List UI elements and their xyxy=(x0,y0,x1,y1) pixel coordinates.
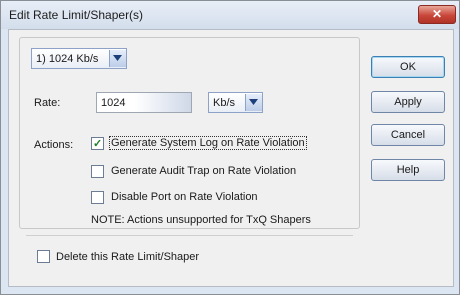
close-button[interactable]: ✕ xyxy=(418,5,456,24)
rate-input[interactable] xyxy=(97,93,190,112)
system-log-label[interactable]: Generate System Log on Rate Violation xyxy=(109,136,307,150)
audit-trap-checkbox[interactable] xyxy=(91,165,104,178)
rate-unit-value: Kb/s xyxy=(213,97,236,109)
rate-unit-select[interactable]: Kb/s xyxy=(208,92,263,113)
delete-checkbox[interactable] xyxy=(37,250,50,263)
chevron-down-icon[interactable] xyxy=(245,94,262,111)
title-bar[interactable]: Edit Rate Limit/Shaper(s) ✕ xyxy=(1,1,459,29)
chevron-down-icon[interactable] xyxy=(109,50,126,67)
window-title: Edit Rate Limit/Shaper(s) xyxy=(9,8,144,22)
delete-label[interactable]: Delete this Rate Limit/Shaper xyxy=(56,251,199,263)
ok-button[interactable]: OK xyxy=(371,56,445,78)
rate-input-field[interactable] xyxy=(96,92,192,113)
system-log-checkbox[interactable]: ✓ xyxy=(91,137,104,150)
actions-note: NOTE: Actions unsupported for TxQ Shaper… xyxy=(91,214,311,226)
checkmark-icon: ✓ xyxy=(93,138,103,150)
separator xyxy=(26,235,353,236)
cancel-button[interactable]: Cancel xyxy=(371,124,445,146)
actions-label: Actions: xyxy=(34,139,74,151)
apply-button[interactable]: Apply xyxy=(371,91,445,113)
disable-port-checkbox[interactable] xyxy=(91,191,104,204)
audit-trap-label[interactable]: Generate Audit Trap on Rate Violation xyxy=(111,165,296,177)
rate-limit-select-value: 1) 1024 Kb/s xyxy=(36,53,99,65)
dialog-window: Edit Rate Limit/Shaper(s) ✕ 1) 1024 Kb/s… xyxy=(0,0,460,295)
rate-limit-select[interactable]: 1) 1024 Kb/s xyxy=(31,48,127,69)
close-icon: ✕ xyxy=(431,7,443,21)
rate-label: Rate: xyxy=(34,97,61,109)
help-button[interactable]: Help xyxy=(371,159,445,181)
disable-port-label[interactable]: Disable Port on Rate Violation xyxy=(111,191,258,203)
